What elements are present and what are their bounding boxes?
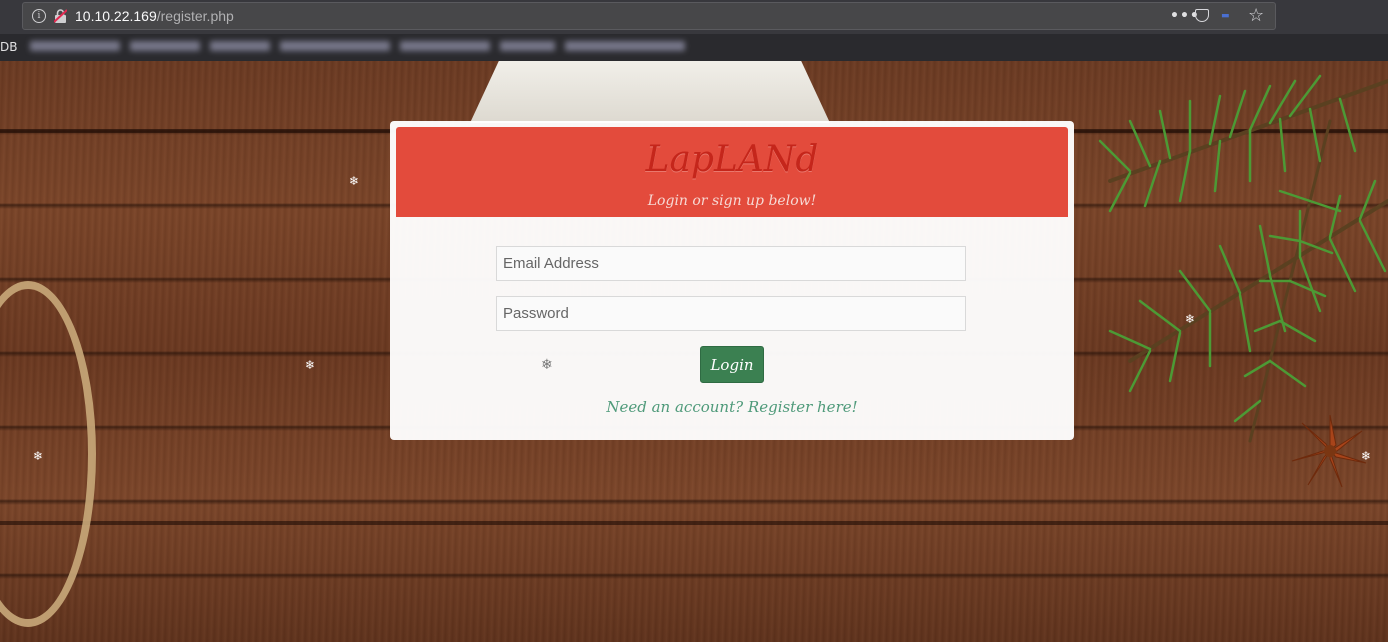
snowflake-icon: ❄ [33, 449, 44, 463]
card-subtitle: Login or sign up below! [647, 193, 817, 209]
rope-decoration [0, 281, 96, 627]
snowflake-icon: ❄ [349, 174, 360, 188]
snowflake-icon: ❄ [541, 357, 553, 373]
envelope-decoration [470, 61, 830, 123]
bookmark-item-db[interactable]: DB [0, 40, 17, 54]
url-host: 10.10.22.169 [75, 8, 157, 24]
bookmarks-toolbar: DB [0, 34, 1388, 61]
url-text[interactable]: 10.10.22.169/register.php [75, 8, 234, 24]
info-icon[interactable]: i [32, 9, 46, 23]
insecure-lock-icon[interactable] [54, 9, 67, 23]
address-bar[interactable]: i 10.10.22.169/register.php ••• ▬ ☆ [22, 2, 1276, 30]
card-header: LapLANd Login or sign up below! [396, 127, 1068, 217]
pocket-icon[interactable] [1195, 9, 1209, 22]
page-background: ❄ ❄ ❄ ❄ ❄ ❄ LapLANd Login or sign up bel… [0, 61, 1388, 642]
url-path: /register.php [156, 8, 234, 24]
browser-toolbar: i 10.10.22.169/register.php ••• ▬ ☆ [0, 0, 1388, 34]
star-anise-decoration [1291, 414, 1367, 488]
register-link[interactable]: Need an account? Register here! [390, 398, 1074, 416]
site-brand: LapLANd [645, 139, 819, 180]
login-button[interactable]: Login [700, 346, 764, 383]
email-field[interactable] [496, 246, 966, 281]
snowflake-icon: ❄ [1185, 312, 1196, 326]
login-card: LapLANd Login or sign up below! ❄ Login … [390, 121, 1074, 440]
extension-icon[interactable]: ▬ [1221, 11, 1230, 21]
bookmark-star-icon[interactable]: ☆ [1248, 5, 1264, 26]
wood-plank-seam [0, 521, 1388, 525]
password-field[interactable] [496, 296, 966, 331]
fir-branch-decoration [1098, 74, 1388, 443]
snowflake-icon: ❄ [1361, 449, 1372, 463]
snowflake-icon: ❄ [305, 358, 316, 372]
blurred-bookmarks [30, 41, 822, 53]
